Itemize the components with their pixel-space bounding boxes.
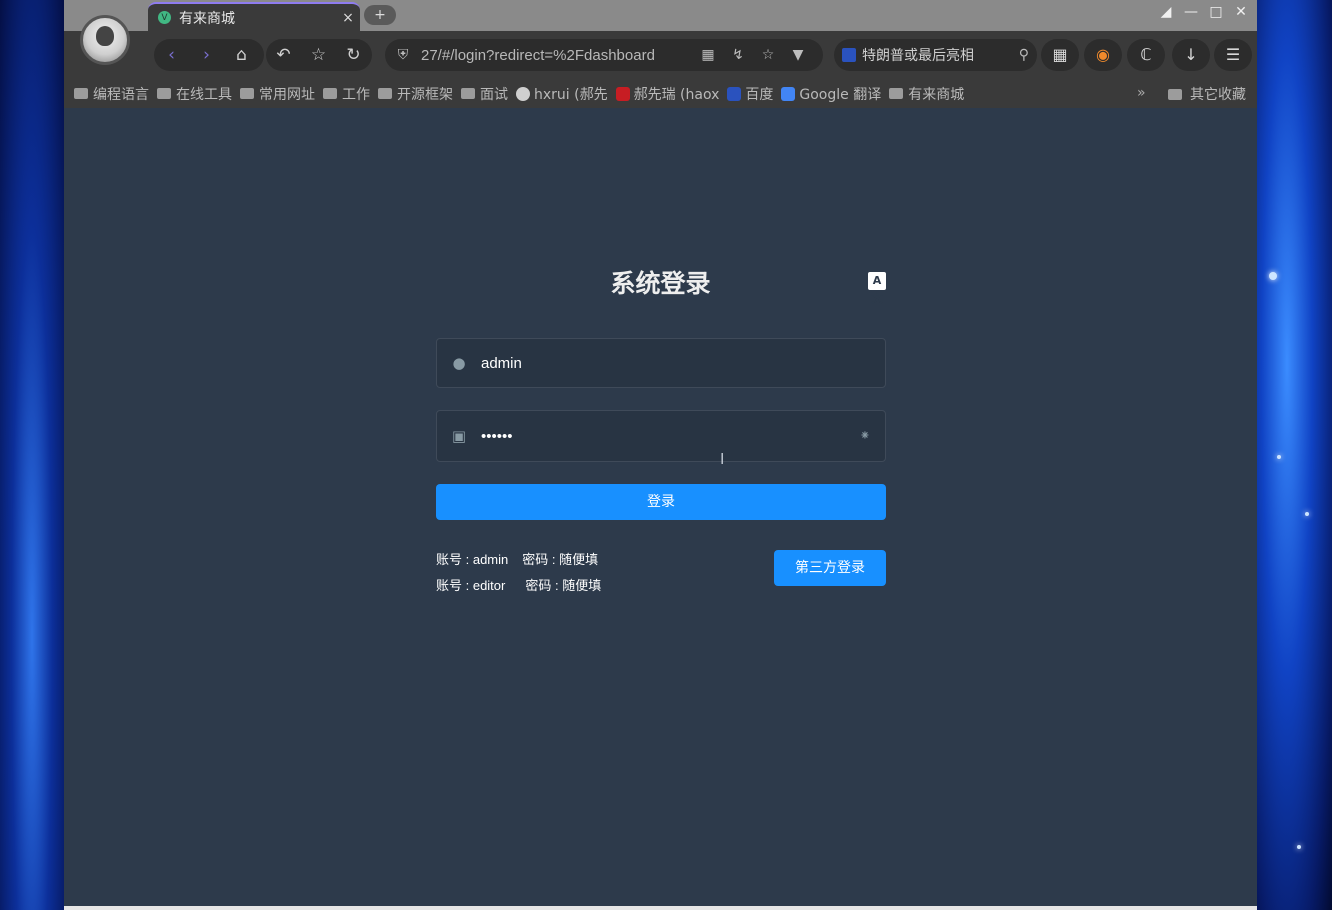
url-text[interactable]: 27/#/login?redirect=%2Fdashboard (421, 47, 693, 64)
folder-icon (1168, 88, 1182, 100)
bookmarks-bar: 编程语言 在线工具 常用网址 工作 开源框架 面试 hxrui (郝先 郝先瑞 … (64, 79, 1257, 108)
folder-icon (240, 88, 254, 99)
bookmark-link[interactable]: hxrui (郝先 (516, 84, 608, 104)
nav-actions: ↶ ☆ ↻ (266, 39, 372, 71)
title-bar: V 有来商城 × + ◢ — □ ✕ (64, 0, 1257, 31)
search-icon[interactable]: ⚲ (1019, 47, 1029, 63)
bookmark-folder[interactable]: 有来商城 (889, 84, 964, 104)
favorite-star-icon[interactable]: ☆ (301, 45, 336, 65)
browser-window: V 有来商城 × + ◢ — □ ✕ ‹ › ⌂ ↶ ☆ ↻ ⛨ 27/#/lo… (64, 0, 1257, 906)
search-text[interactable]: 特朗普或最后亮相 (862, 45, 1019, 65)
username-field[interactable]: ● admin (436, 338, 886, 388)
nav-back-forward: ‹ › ⌂ (154, 39, 264, 71)
account-tip-password: 密码 : 随便填 (522, 552, 599, 567)
login-button[interactable]: 登录 (436, 484, 886, 520)
folder-icon (461, 88, 475, 99)
user-icon: ● (452, 354, 466, 372)
shirt-icon[interactable]: ◢ (1156, 4, 1176, 20)
page-title: 系统登录 (610, 269, 711, 298)
star-decoration (1277, 455, 1281, 459)
bookmark-folder[interactable]: 常用网址 (240, 84, 315, 104)
password-input[interactable]: •••••• (481, 428, 845, 445)
maximize-icon[interactable]: □ (1206, 4, 1226, 20)
account-tip: 账号 : admin 密码 : 随便填 (436, 549, 612, 568)
folder-icon (323, 88, 337, 99)
bookmark-folder[interactable]: 编程语言 (74, 84, 149, 104)
bookmarks-more-icon[interactable]: » (1137, 85, 1146, 101)
github-icon (516, 86, 530, 101)
browser-toolbar: ‹ › ⌂ ↶ ☆ ↻ ⛨ 27/#/login?redirect=%2Fdas… (64, 15, 1257, 79)
bookmark-folder[interactable]: 开源框架 (378, 84, 453, 104)
folder-icon (889, 88, 904, 99)
login-page: 系统登录 A文 ● admin ▣ •••••• ⁕ I 登录 账号 : adm… (64, 108, 1257, 906)
language-switch-icon[interactable]: A文 (868, 272, 886, 305)
star-decoration (1305, 512, 1309, 516)
folder-icon (74, 88, 88, 99)
game-controller-icon[interactable]: ◉ (1084, 39, 1122, 71)
gitee-icon (615, 86, 630, 101)
bookmark-link[interactable]: 百度 (727, 84, 773, 104)
google-translate-icon (781, 86, 796, 101)
dropdown-icon[interactable]: ▼ (783, 47, 813, 63)
search-bar[interactable]: 特朗普或最后亮相 ⚲ (834, 39, 1037, 71)
apps-grid-icon[interactable]: ▦ (1041, 39, 1079, 71)
bookmark-link[interactable]: Google 翻译 (781, 84, 881, 104)
eye-closed-icon[interactable]: ⁕ (845, 429, 885, 444)
baidu-paw-icon (842, 48, 856, 62)
qrcode-icon[interactable]: ▦ (693, 47, 723, 63)
account-tip: 账号 : editor 密码 : 随便填 (436, 575, 615, 594)
account-tip-user: 账号 : admin (436, 552, 509, 567)
other-bookmarks[interactable]: 其它收藏 (1168, 84, 1246, 104)
desktop-background-left (0, 0, 64, 910)
username-input[interactable]: admin (481, 355, 885, 372)
bookmark-folder[interactable]: 面试 (461, 84, 508, 104)
tab-close-icon[interactable]: × (336, 10, 360, 26)
baidu-icon (727, 86, 742, 101)
forward-icon[interactable]: › (189, 45, 224, 65)
new-tab-button[interactable]: + (364, 5, 396, 25)
extension-c-icon[interactable]: ℂ (1127, 39, 1165, 71)
text-cursor-icon: I (720, 450, 725, 468)
minimize-icon[interactable]: — (1181, 4, 1201, 20)
download-icon[interactable]: ↓ (1172, 39, 1210, 71)
lightning-icon[interactable]: ↯ (723, 47, 753, 63)
account-tip-user: 账号 : editor (436, 578, 506, 593)
shield-icon[interactable]: ⛨ (395, 47, 411, 63)
address-bar[interactable]: ⛨ 27/#/login?redirect=%2Fdashboard ▦ ↯ ☆… (385, 39, 823, 71)
vue-favicon-icon: V (158, 11, 171, 24)
star-decoration (1269, 272, 1277, 280)
desktop-background-right (1257, 0, 1332, 910)
close-icon[interactable]: ✕ (1231, 4, 1251, 20)
lock-icon: ▣ (451, 427, 467, 445)
bookmark-folder[interactable]: 在线工具 (157, 84, 232, 104)
avatar[interactable] (80, 15, 130, 65)
third-party-login-button[interactable]: 第三方登录 (774, 550, 886, 586)
star-decoration (1297, 845, 1301, 849)
bottom-strip (64, 906, 1257, 910)
folder-icon (157, 88, 171, 99)
menu-icon[interactable]: ☰ (1214, 39, 1252, 71)
back-icon[interactable]: ‹ (154, 45, 189, 65)
folder-icon (378, 88, 392, 99)
undo-icon[interactable]: ↶ (266, 45, 301, 65)
bookmark-folder[interactable]: 工作 (323, 84, 370, 104)
password-field[interactable]: ▣ •••••• ⁕ (436, 410, 886, 462)
home-icon[interactable]: ⌂ (224, 45, 259, 65)
tab-title: 有来商城 (179, 9, 235, 26)
reload-icon[interactable]: ↻ (336, 45, 371, 65)
bookmark-star-icon[interactable]: ☆ (753, 47, 783, 63)
account-tip-password: 密码 : 随便填 (525, 578, 602, 593)
browser-tab[interactable]: V 有来商城 × (148, 2, 360, 31)
bookmark-link[interactable]: 郝先瑞 (haox (615, 84, 719, 104)
